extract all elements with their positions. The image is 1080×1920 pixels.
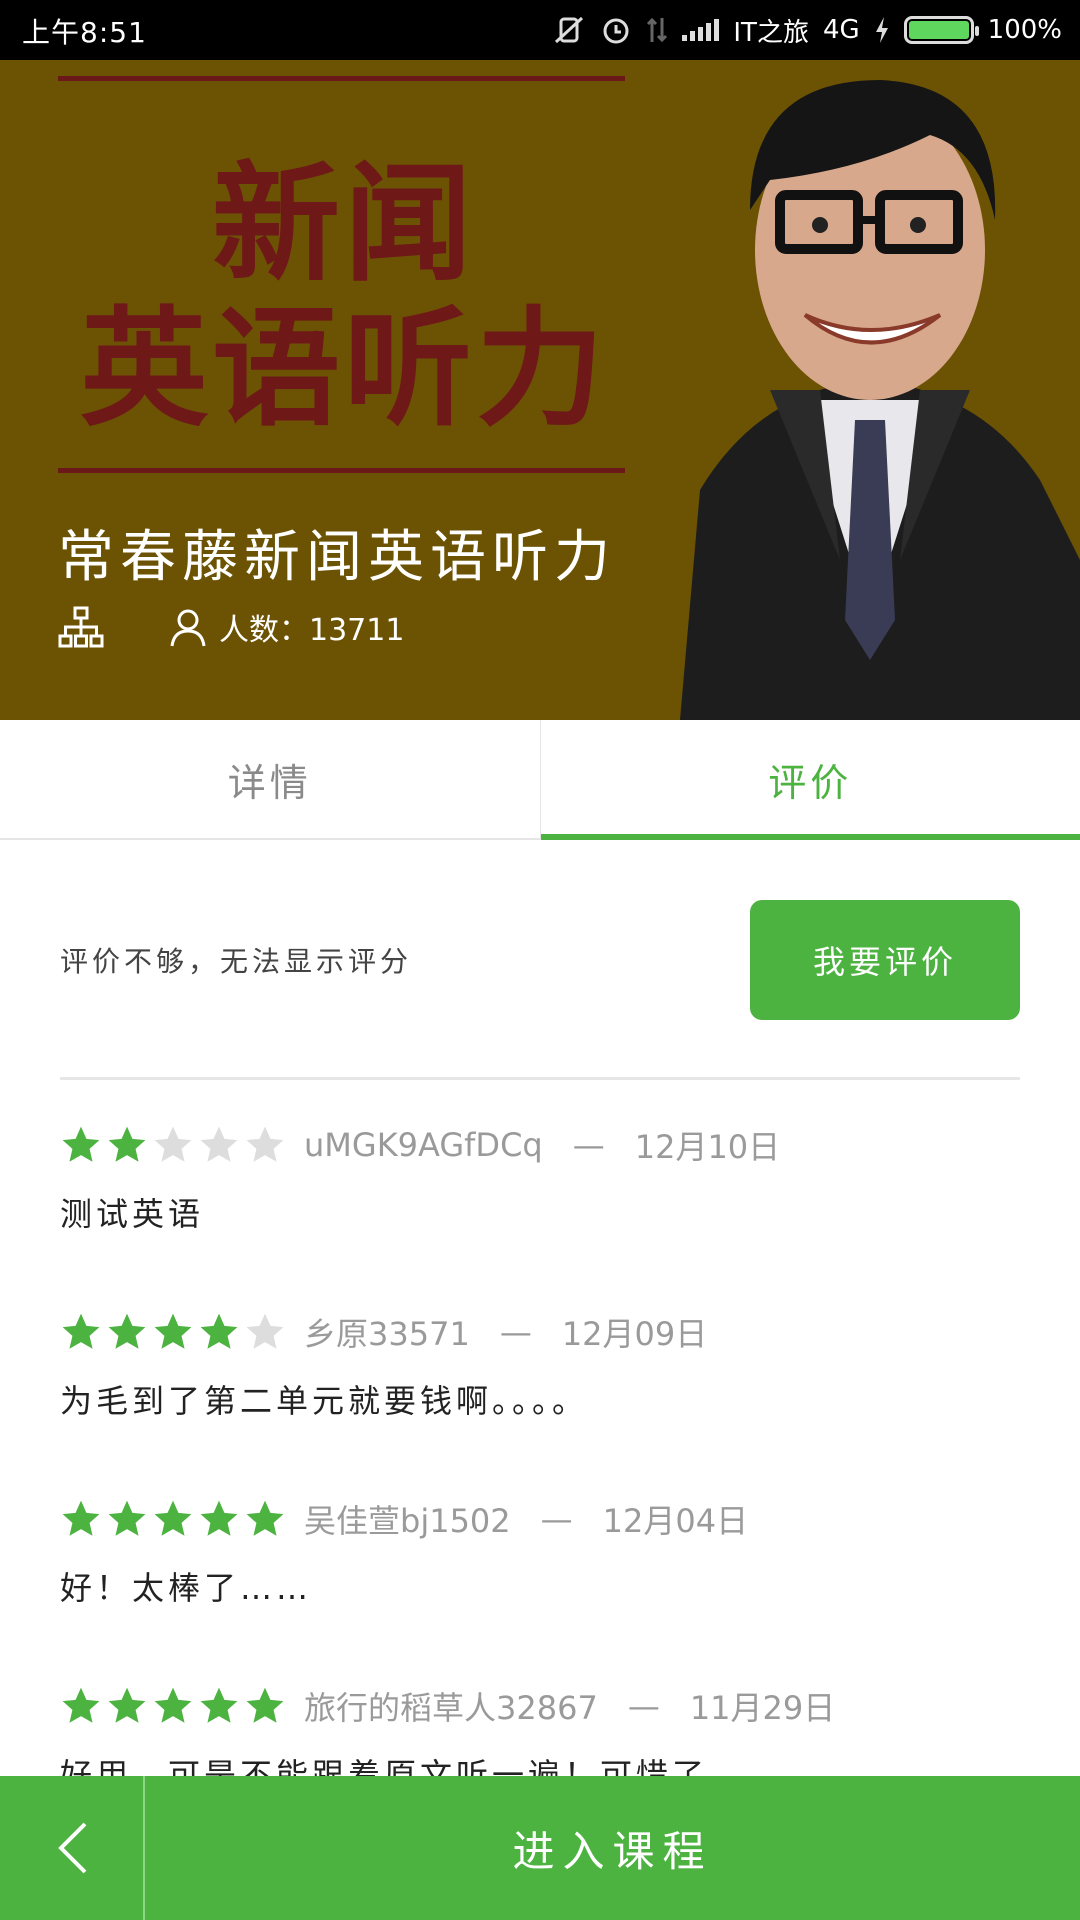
star-rating <box>60 1311 286 1353</box>
review-date: 11月29日 <box>689 1689 836 1727</box>
star-filled-icon <box>108 1687 146 1723</box>
star-rating <box>60 1498 286 1540</box>
star-empty-icon <box>154 1126 192 1162</box>
separator-dash: — <box>540 1500 573 1538</box>
data-transfer-icon <box>647 17 668 43</box>
learner-count: 人数：13711 <box>219 613 405 648</box>
star-rating <box>60 1124 286 1166</box>
star-empty-icon <box>246 1126 284 1162</box>
review-item: 吴佳萱bj1502 — 12月04日 好！太棒了…… <box>60 1489 1020 1676</box>
course-title: 常春藤新闻英语听力 <box>58 525 616 590</box>
reviewer-name: 旅行的稻草人32867 <box>304 1689 598 1727</box>
review-header: 吴佳萱bj1502 — 12月04日 <box>60 1489 1020 1549</box>
charging-icon <box>875 17 888 43</box>
catalog-tree-icon[interactable] <box>58 606 104 648</box>
star-filled-icon <box>246 1500 284 1536</box>
star-filled-icon <box>108 1313 146 1349</box>
status-bar: 上午8:51 IT之旅 4G 100% <box>0 0 1080 60</box>
review-header: uMGK9AGfDCq — 12月10日 <box>60 1115 1020 1175</box>
star-filled-icon <box>200 1500 238 1536</box>
star-filled-icon <box>108 1126 146 1162</box>
review-item: uMGK9AGfDCq — 12月10日 测试英语 <box>60 1115 1020 1302</box>
star-filled-icon <box>200 1313 238 1349</box>
battery-percent: 100% <box>987 15 1062 45</box>
reviewer-name: 吴佳萱bj1502 <box>304 1502 511 1540</box>
tab-details[interactable]: 详情 <box>0 720 540 838</box>
vibrate-off-icon <box>555 16 584 44</box>
star-empty-icon <box>200 1126 238 1162</box>
rating-summary: 评价不够，无法显示评分 我要评价 <box>60 900 1020 1020</box>
teacher-caricature-image <box>680 80 1080 720</box>
review-text: 为毛到了第二单元就要钱啊。。。。 <box>60 1382 589 1420</box>
review-item: 乡原33571 — 12月09日 为毛到了第二单元就要钱啊。。。。 <box>60 1302 1020 1489</box>
person-icon <box>170 609 206 647</box>
bottom-bar: 进入课程 <box>0 1776 1080 1920</box>
status-icons: IT之旅 4G 100% <box>552 8 1062 52</box>
tab-reviews[interactable]: 评价 <box>539 720 1080 840</box>
banner-divider-bottom <box>58 468 625 473</box>
signal-icon <box>682 19 720 41</box>
review-date: 12月04日 <box>602 1502 749 1540</box>
banner-text-line2: 英语听力 <box>80 295 609 444</box>
alarm-icon <box>603 18 629 44</box>
star-filled-icon <box>62 1313 100 1349</box>
battery-icon <box>903 16 979 44</box>
status-time: 上午8:51 <box>22 16 147 49</box>
back-button[interactable] <box>0 1776 145 1920</box>
star-filled-icon <box>62 1687 100 1723</box>
star-filled-icon <box>154 1500 192 1536</box>
star-filled-icon <box>246 1687 284 1723</box>
review-list: uMGK9AGfDCq — 12月10日 测试英语 乡原33571 — 12月0… <box>60 1115 1020 1863</box>
star-filled-icon <box>154 1687 192 1723</box>
separator-dash: — <box>627 1687 660 1725</box>
reviewer-name: 乡原33571 <box>304 1315 470 1353</box>
star-filled-icon <box>108 1500 146 1536</box>
star-filled-icon <box>200 1687 238 1723</box>
reviewer-name: uMGK9AGfDCq <box>304 1126 543 1164</box>
review-text: 测试英语 <box>60 1195 205 1233</box>
star-filled-icon <box>154 1313 192 1349</box>
review-header: 旅行的稻草人32867 — 11月29日 <box>60 1676 1020 1736</box>
network-type: 4G <box>822 15 860 45</box>
review-date: 12月10日 <box>634 1128 781 1166</box>
rating-summary-text: 评价不够，无法显示评分 <box>60 945 413 978</box>
review-text: 好！太棒了…… <box>60 1569 313 1607</box>
course-meta: 人数：13711 <box>58 605 404 649</box>
review-date: 12月09日 <box>561 1315 708 1353</box>
star-filled-icon <box>62 1500 100 1536</box>
banner-divider-top <box>58 76 625 81</box>
back-arrow-icon <box>57 1822 86 1874</box>
review-header: 乡原33571 — 12月09日 <box>60 1302 1020 1362</box>
divider <box>60 1077 1020 1080</box>
star-empty-icon <box>246 1313 284 1349</box>
battery-level <box>908 21 969 39</box>
write-review-button[interactable]: 我要评价 <box>750 900 1020 1020</box>
star-filled-icon <box>62 1126 100 1162</box>
separator-dash: — <box>572 1126 605 1164</box>
enter-course-button[interactable]: 进入课程 <box>145 1776 1080 1920</box>
tab-bar: 详情 评价 <box>0 720 1080 840</box>
star-rating <box>60 1685 286 1727</box>
separator-dash: — <box>499 1313 532 1351</box>
carrier-name: IT之旅 <box>733 17 809 48</box>
course-banner: 新闻 英语听力 常春藤新闻英语听力 人数：13711 <box>0 60 1080 720</box>
